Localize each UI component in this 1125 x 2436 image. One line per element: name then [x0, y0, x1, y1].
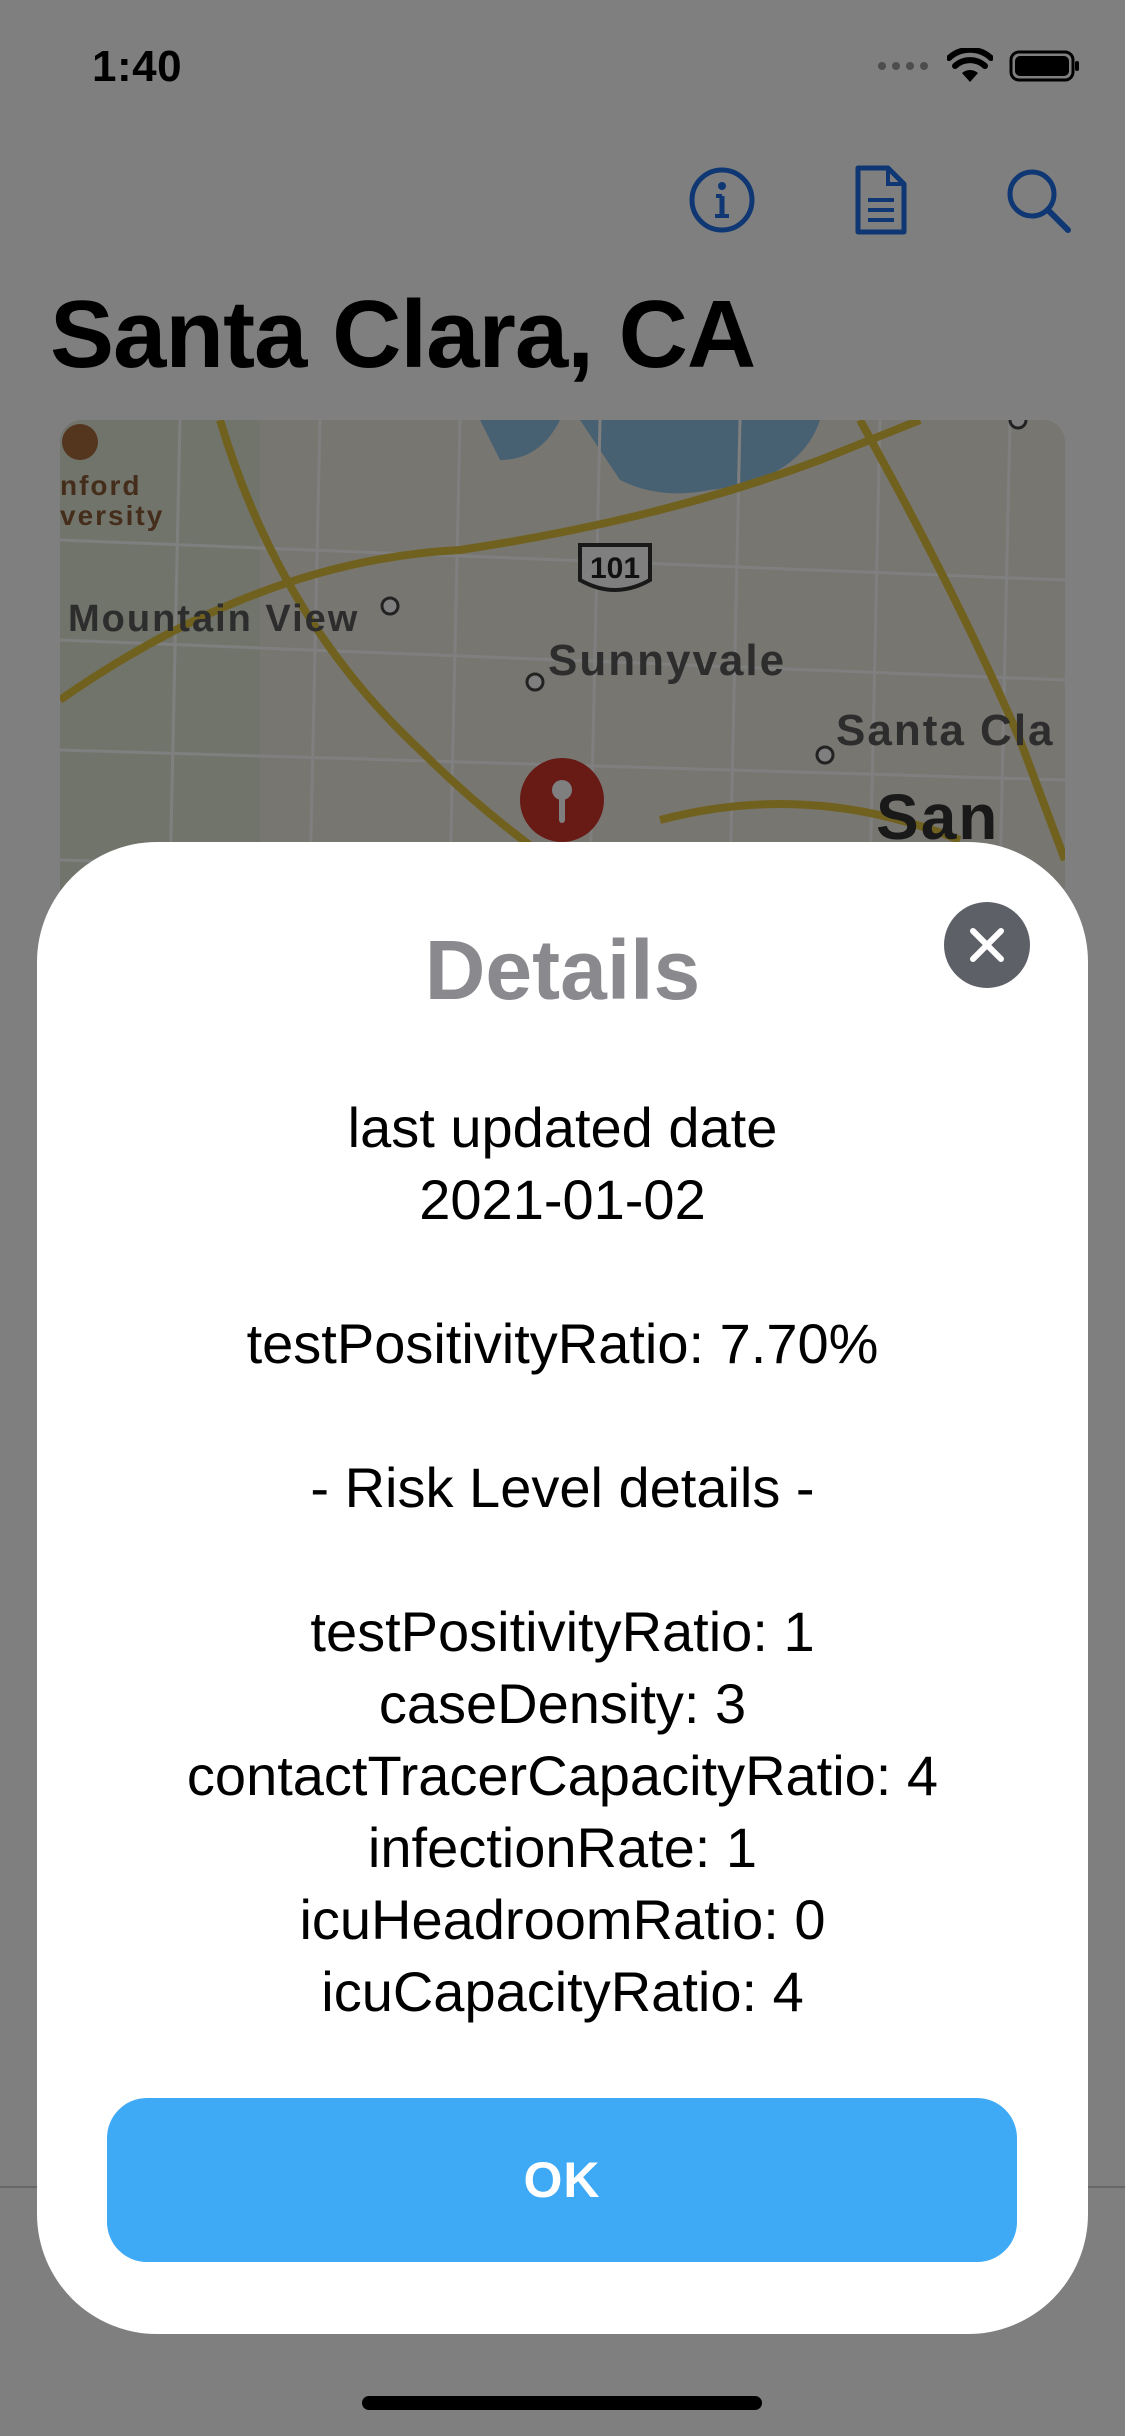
last-updated-value: 2021-01-02 — [419, 1168, 706, 1231]
details-modal: Details last updated date 2021-01-02 tes… — [37, 842, 1088, 2334]
close-icon — [970, 928, 1004, 962]
details-body: last updated date 2021-01-02 testPositiv… — [37, 1092, 1088, 2028]
close-button[interactable] — [944, 902, 1030, 988]
risk-test-positivity: testPositivityRatio: 1 — [310, 1600, 815, 1663]
risk-level-header: - Risk Level details - — [310, 1456, 815, 1519]
modal-title: Details — [424, 923, 701, 1017]
home-indicator[interactable] — [362, 2396, 762, 2410]
risk-case-density: caseDensity: 3 — [378, 1672, 747, 1735]
last-updated-label: last updated date — [347, 1096, 778, 1159]
risk-icu-headroom: icuHeadroomRatio: 0 — [299, 1888, 826, 1951]
risk-infection-rate: infectionRate: 1 — [367, 1816, 758, 1879]
test-positivity-ratio: testPositivityRatio: 7.70% — [246, 1312, 879, 1375]
risk-contact-tracer: contactTracerCapacityRatio: 4 — [186, 1744, 939, 1807]
ok-button[interactable]: OK — [107, 2098, 1017, 2262]
risk-icu-capacity: icuCapacityRatio: 4 — [321, 1960, 804, 2023]
